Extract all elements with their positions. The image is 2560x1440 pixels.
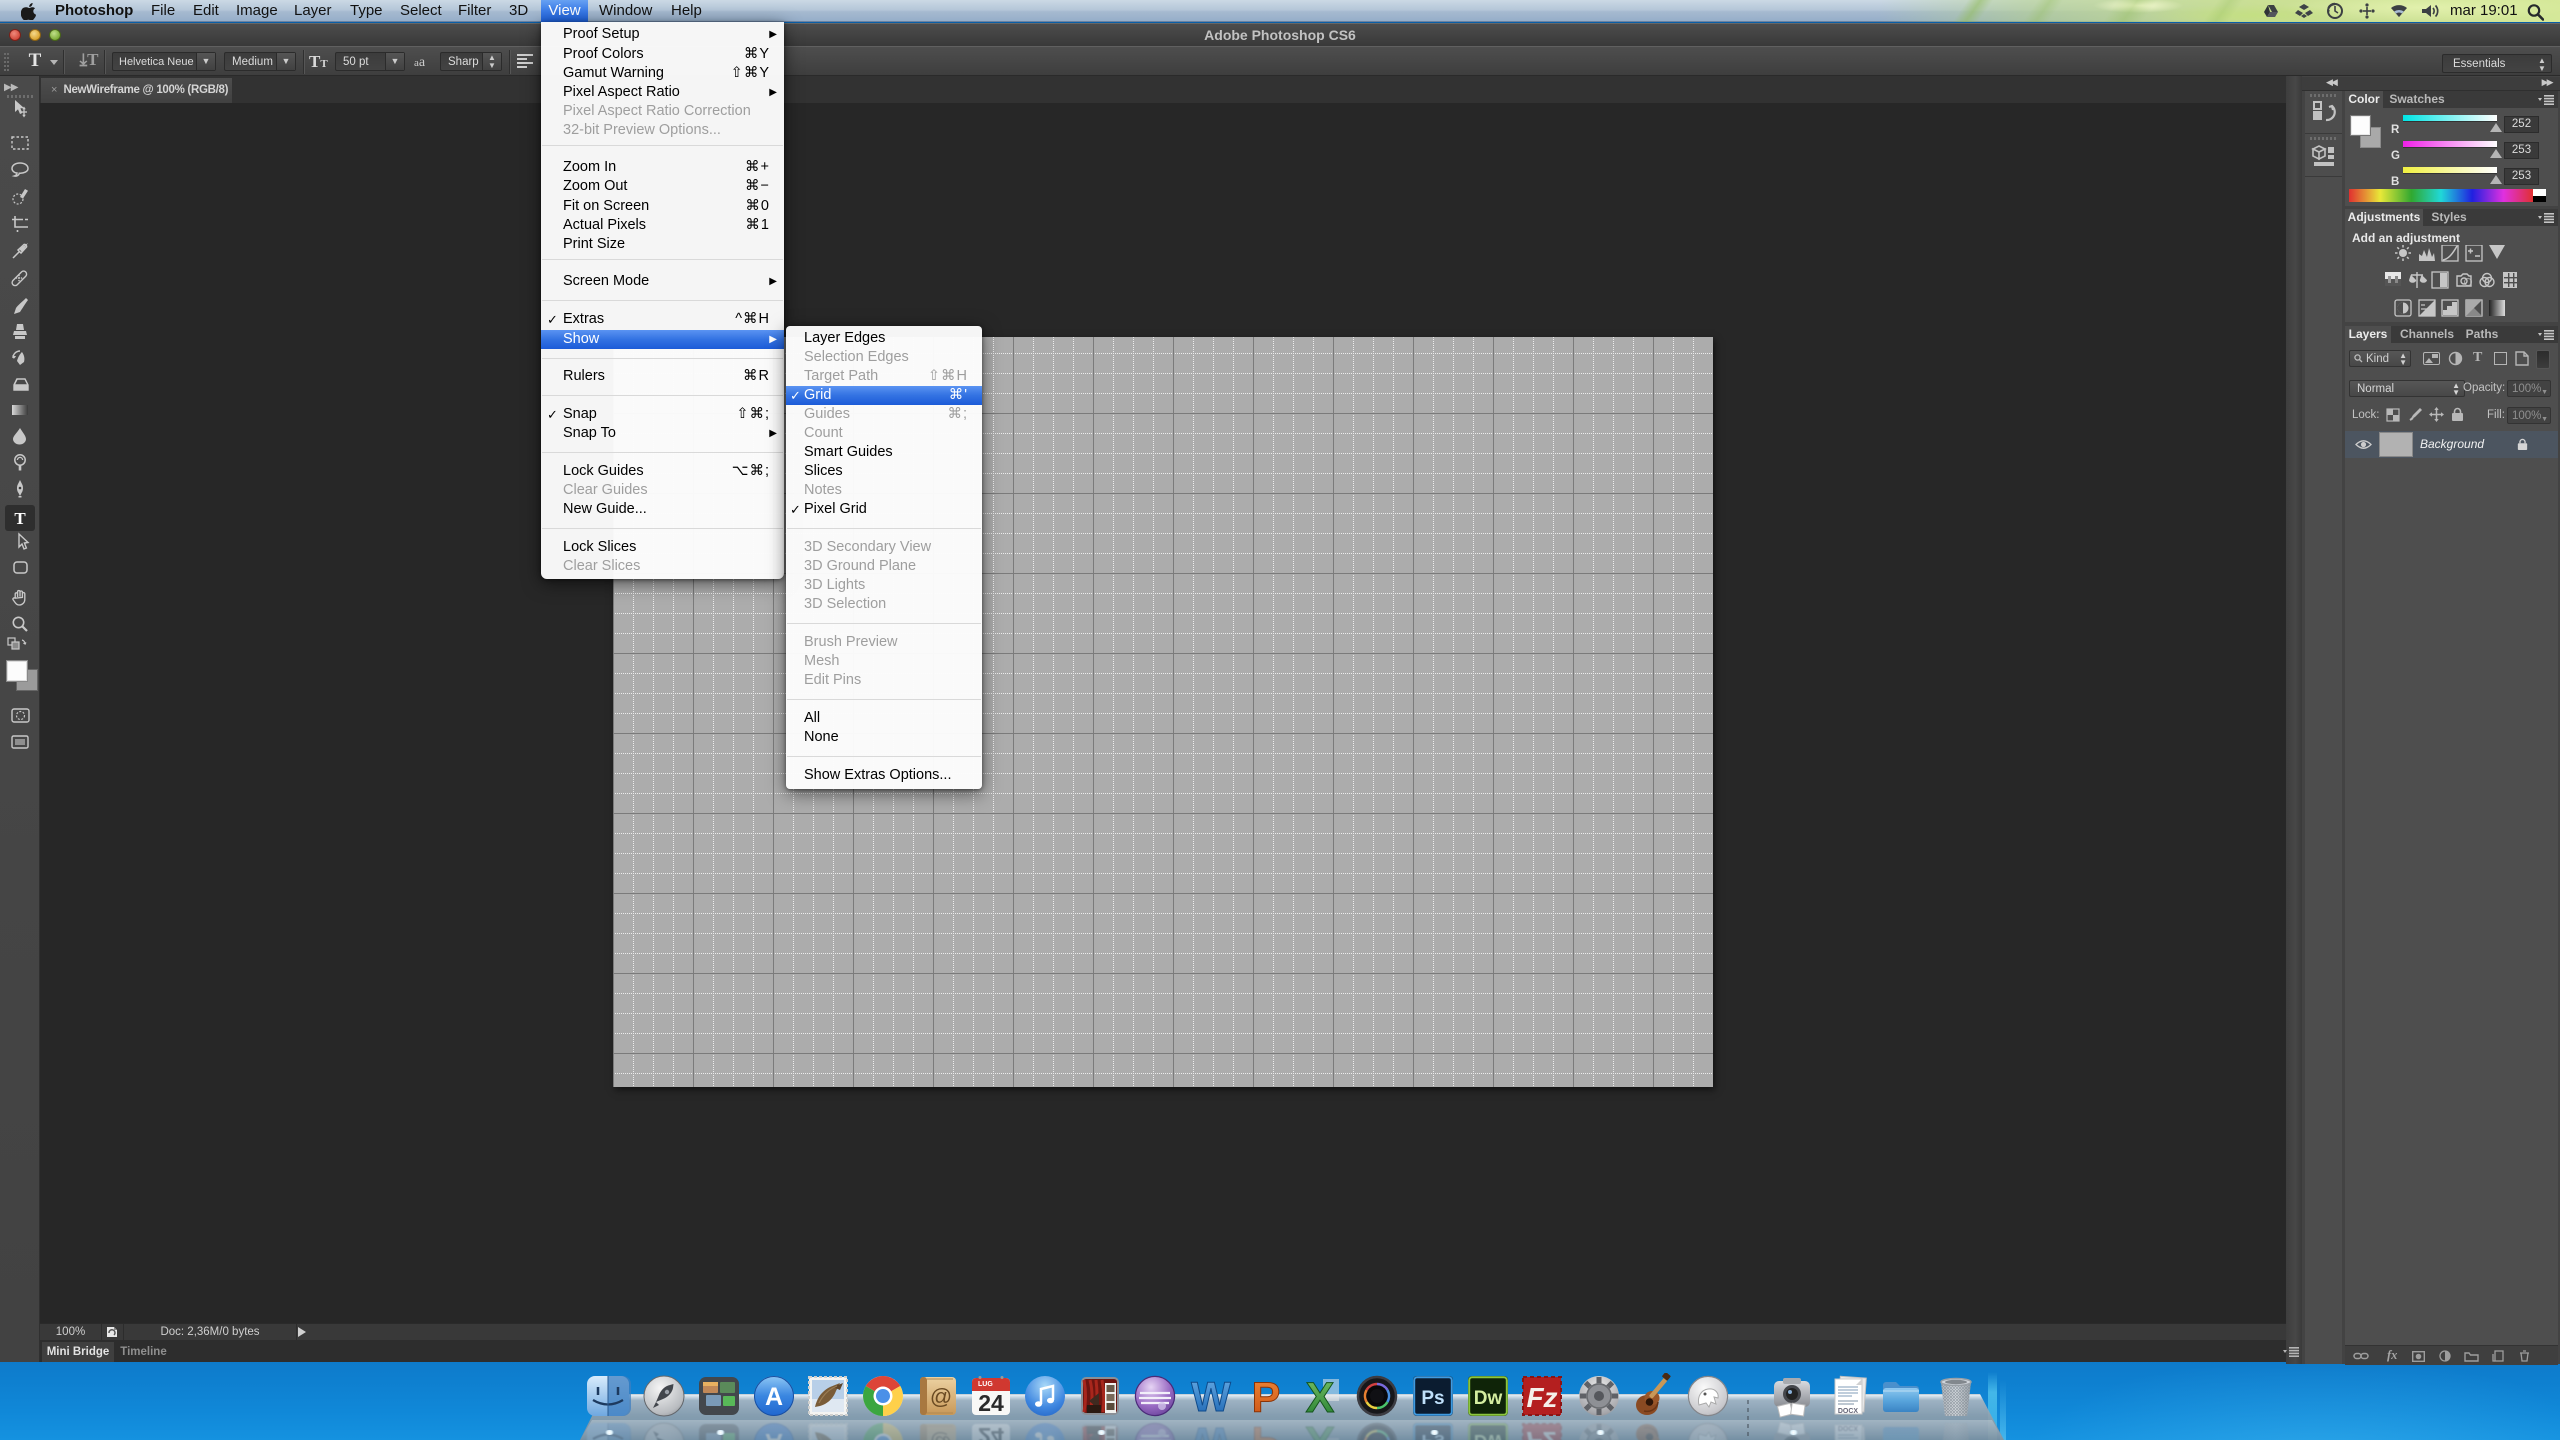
svg-text:A: A [765,1428,783,1440]
svg-text:Fz: Fz [1526,1426,1557,1440]
svg-text:DOCX: DOCX [1838,1408,1859,1415]
svg-text:P: P [1252,1374,1281,1419]
svg-text:X: X [1306,1374,1335,1419]
svg-text:W: W [1191,1373,1231,1419]
svg-text:Dw: Dw [1474,1430,1503,1440]
svg-text:LUG: LUG [978,1381,993,1388]
svg-text:W: W [1191,1420,1231,1440]
svg-text:24: 24 [978,1390,1004,1416]
svg-text:Fz: Fz [1526,1382,1557,1413]
svg-text:X: X [1306,1420,1335,1440]
svg-text:Dw: Dw [1474,1388,1503,1409]
svg-text:24: 24 [978,1423,1004,1440]
svg-text:DOCX: DOCX [1838,1424,1859,1431]
svg-text:@: @ [930,1384,952,1409]
svg-text:Ps: Ps [1421,1388,1444,1409]
svg-text:P: P [1252,1420,1281,1440]
svg-text:@: @ [930,1430,952,1440]
svg-text:A: A [765,1383,783,1411]
